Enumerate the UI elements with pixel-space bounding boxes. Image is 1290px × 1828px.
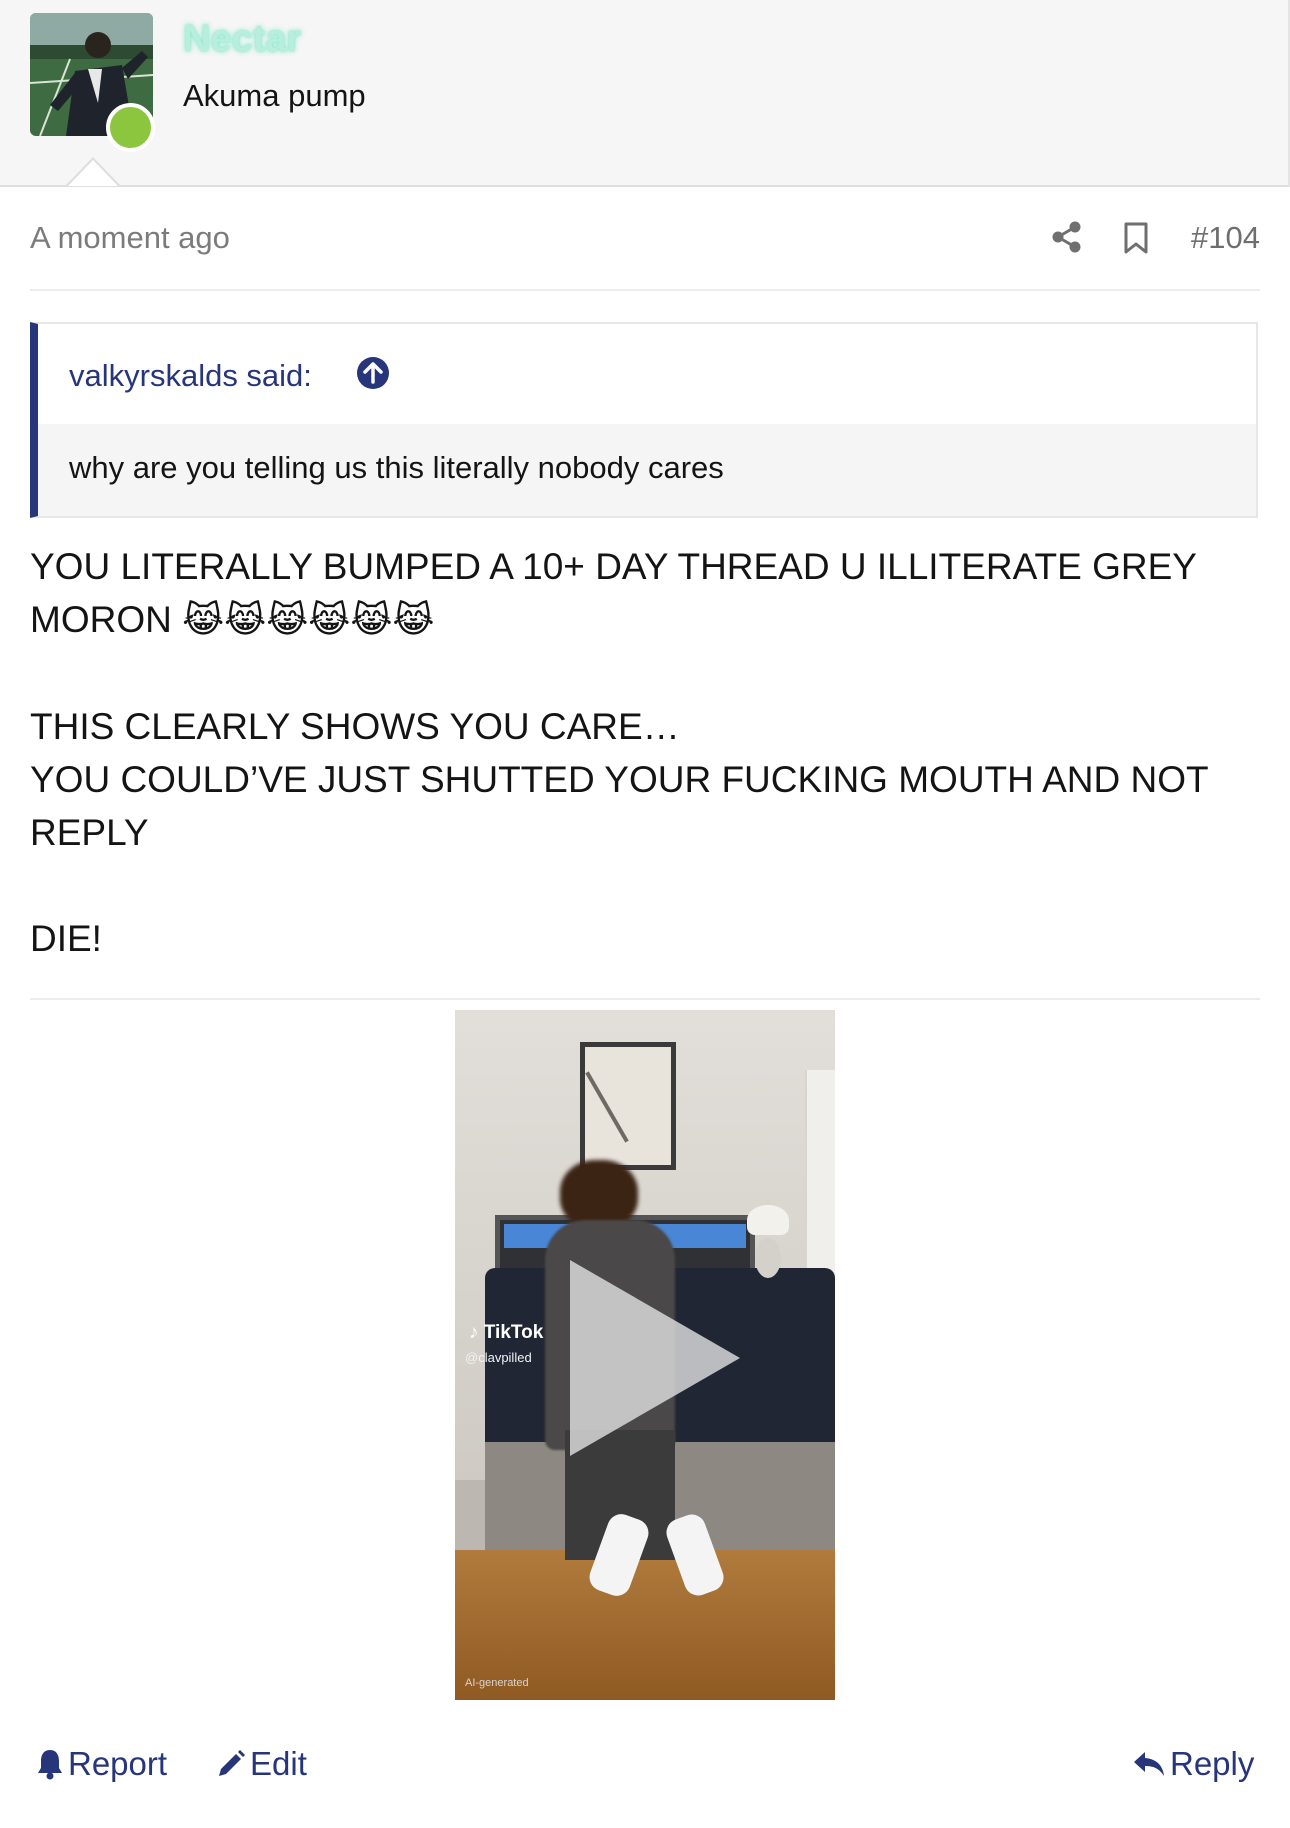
post-number-link[interactable]: #104 bbox=[1191, 220, 1260, 256]
bell-icon bbox=[38, 1750, 62, 1780]
quote-text: why are you telling us this literally no… bbox=[69, 450, 724, 485]
embedded-video[interactable]: ♪ TikTok @clavpilled AI-generated bbox=[455, 1010, 835, 1700]
arrow-up-circle-icon[interactable] bbox=[356, 356, 390, 390]
report-label: Report bbox=[68, 1745, 168, 1782]
online-status-indicator bbox=[106, 103, 155, 152]
bookmark-icon[interactable] bbox=[1122, 221, 1150, 255]
reply-label: Reply bbox=[1170, 1745, 1255, 1782]
crying-laughing-cat-emoji: 😹😹😹😹😹😹 bbox=[182, 600, 435, 641]
content-divider bbox=[30, 998, 1260, 1000]
message-line: THIS CLEARLY SHOWS YOU CARE… bbox=[30, 706, 680, 747]
quote-block: valkyrskalds said: why are you telling u… bbox=[30, 322, 1258, 518]
edit-label: Edit bbox=[250, 1745, 307, 1782]
message-line: YOU COULD’VE JUST SHUTTED YOUR FUCKING M… bbox=[30, 759, 1208, 853]
edit-button[interactable]: Edit bbox=[216, 1745, 307, 1783]
meta-divider bbox=[30, 289, 1260, 291]
user-header: Nectar Akuma pump bbox=[0, 0, 1290, 187]
report-button[interactable]: Report bbox=[36, 1745, 167, 1783]
share-icon[interactable] bbox=[1050, 220, 1084, 254]
reply-arrow-icon bbox=[1134, 1752, 1164, 1776]
video-frame-picture bbox=[580, 1042, 676, 1170]
pencil-icon bbox=[219, 1750, 245, 1776]
username[interactable]: Nectar bbox=[183, 18, 301, 61]
tiktok-logo: ♪ TikTok bbox=[469, 1322, 544, 1343]
message-line: DIE! bbox=[30, 918, 102, 959]
video-frame-lamp bbox=[747, 1205, 789, 1235]
quote-header: valkyrskalds said: bbox=[38, 324, 1256, 424]
post-timestamp[interactable]: A moment ago bbox=[30, 220, 230, 256]
quote-author-link[interactable]: valkyrskalds said: bbox=[69, 358, 312, 394]
reply-button[interactable]: Reply bbox=[1132, 1745, 1254, 1783]
play-icon[interactable] bbox=[570, 1260, 740, 1456]
ai-generated-label: AI-generated bbox=[465, 1677, 529, 1689]
tiktok-handle: @clavpilled bbox=[465, 1350, 532, 1365]
post-message: YOU LITERALLY BUMPED A 10+ DAY THREAD U … bbox=[30, 540, 1260, 965]
tiktok-wordmark: TikTok bbox=[483, 1322, 544, 1343]
header-pointer-fill bbox=[68, 160, 118, 186]
message-line: YOU LITERALLY BUMPED A 10+ DAY THREAD U … bbox=[30, 540, 1260, 647]
quote-body: why are you telling us this literally no… bbox=[38, 424, 1256, 516]
user-title: Akuma pump bbox=[183, 78, 366, 113]
